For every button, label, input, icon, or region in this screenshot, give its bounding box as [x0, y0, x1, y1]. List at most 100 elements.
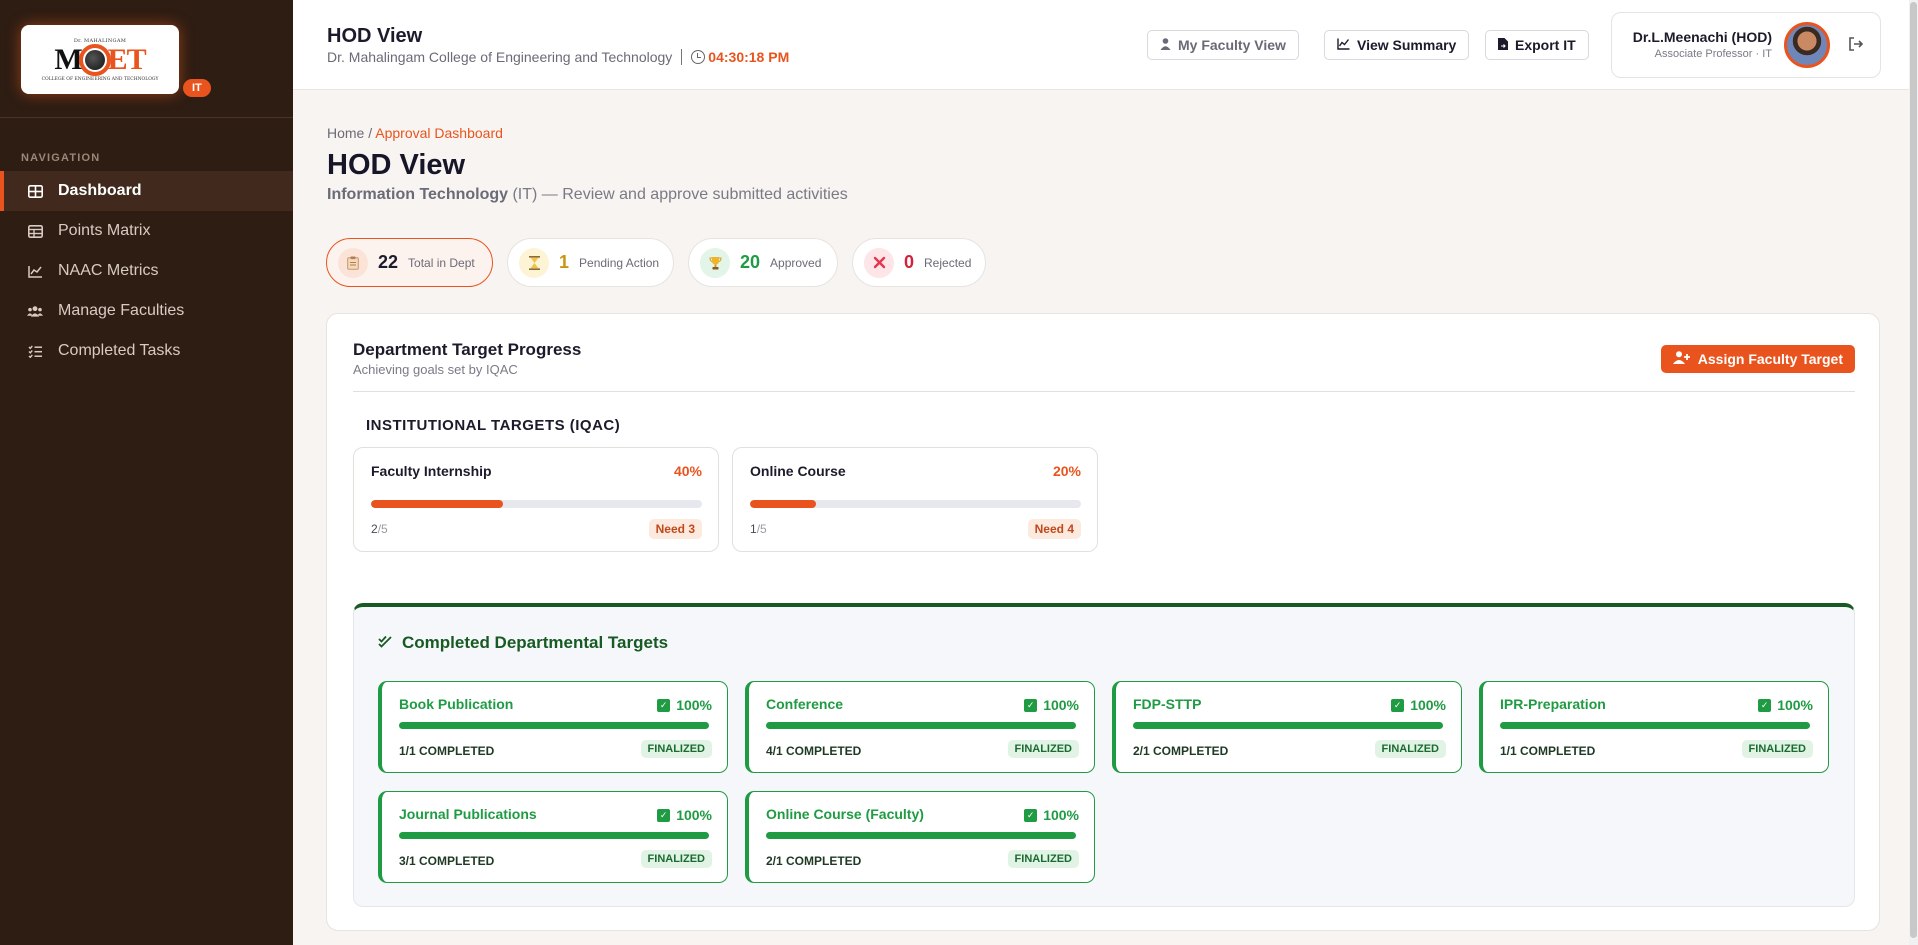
stat-approved[interactable]: 20 Approved [688, 238, 838, 287]
my-faculty-view-button[interactable]: My Faculty View [1147, 30, 1299, 60]
stat-label: Rejected [924, 255, 972, 270]
progress-bar-full [766, 832, 1076, 839]
completed-target-percent: ✓ 100% [1391, 697, 1446, 713]
sidebar-item-label: NAAC Metrics [58, 262, 159, 279]
logout-icon[interactable] [1848, 37, 1866, 53]
completed-count: 2/1 COMPLETED [1133, 744, 1229, 758]
completed-count: 4/1 COMPLETED [766, 744, 862, 758]
view-summary-button[interactable]: View Summary [1324, 30, 1470, 60]
list-check-icon [27, 344, 43, 358]
breadcrumb-separator: / [364, 125, 376, 141]
card-title: Department Target Progress [353, 340, 582, 359]
page-scrollbar[interactable] [1909, 0, 1918, 945]
college-logo[interactable]: Dr. MAHALINGAM M ET COLLEGE OF ENGINEERI… [21, 25, 179, 94]
progress-bar-full [1500, 722, 1810, 729]
avatar[interactable] [1784, 22, 1830, 68]
college-name: Dr. Mahalingam College of Engineering an… [327, 49, 673, 65]
stat-pending-action[interactable]: 1 Pending Action [507, 238, 674, 287]
page-title: HOD View [327, 149, 466, 181]
nav-section-title: NAVIGATION [21, 152, 101, 164]
target-percent: 40% [673, 463, 702, 479]
dashboard-icon [27, 184, 43, 198]
checkbox-icon: ✓ [1758, 698, 1772, 712]
users-icon [27, 304, 43, 318]
logo-letters-et: ET [107, 42, 147, 76]
completed-count: 1/1 COMPLETED [399, 744, 495, 758]
need-badge: Need 4 [1027, 519, 1081, 539]
button-label: View Summary [1357, 37, 1457, 53]
completed-count: 2/1 COMPLETED [766, 854, 862, 868]
top-header: HOD View Dr. Mahalingam College of Engin… [293, 0, 1918, 90]
breadcrumb-current: Approval Dashboard [375, 125, 503, 141]
stat-value: 1 [559, 252, 570, 272]
target-name: Faculty Internship [371, 463, 492, 479]
completed-target-card[interactable]: Online Course (Faculty) ✓ 100% 2/1 COMPLETE… [745, 791, 1095, 883]
chart-line-icon [27, 264, 43, 278]
export-button[interactable]: Export IT [1485, 30, 1589, 60]
stat-label: Approved [770, 255, 822, 270]
trophy-icon [700, 247, 730, 278]
completed-target-name: Book Publication [399, 696, 514, 712]
sidebar-item-points-matrix[interactable]: Points Matrix [0, 211, 293, 251]
department-target-progress-card: Department Target Progress Achieving goa… [326, 313, 1880, 931]
sidebar-divider [0, 117, 293, 118]
x-icon [864, 247, 894, 278]
sidebar-item-label: Points Matrix [58, 222, 151, 239]
user-name: Dr.L.Meenachi (HOD) [1632, 29, 1772, 45]
sidebar-item-label: Manage Faculties [58, 302, 185, 319]
card-divider [353, 391, 1855, 392]
assign-faculty-target-button[interactable]: Assign Faculty Target [1660, 345, 1855, 373]
completed-target-name: IPR-Preparation [1500, 696, 1606, 712]
clock-icon [691, 50, 706, 64]
stat-label: Total in Dept [408, 255, 475, 270]
stat-rejected[interactable]: 0 Rejected [852, 238, 986, 287]
stat-total-in-dept[interactable]: 22 Total in Dept [326, 238, 493, 287]
completed-target-card[interactable]: Book Publication ✓ 100% 1/1 COMPLETED FINALI… [378, 681, 728, 773]
sidebar-item-naac-metrics[interactable]: NAAC Metrics [0, 251, 293, 291]
header-separator [681, 49, 683, 65]
target-count: 2/5 [371, 522, 388, 536]
sidebar-item-dashboard[interactable]: Dashboard [0, 171, 293, 211]
target-card-online-course[interactable]: Online Course 20% 1/5 Need 4 [732, 447, 1098, 552]
button-label: My Faculty View [1178, 37, 1286, 53]
button-label: Export IT [1515, 37, 1576, 53]
progress-track [750, 500, 1081, 508]
completed-target-card[interactable]: Conference ✓ 100% 4/1 COMPLETED FINALIZED [745, 681, 1095, 773]
finalized-badge: FINALIZED [640, 740, 712, 758]
page-subtitle-text: (IT) — Review and approve submitted acti… [508, 186, 848, 203]
sidebar-item-manage-faculties[interactable]: Manage Faculties [0, 291, 293, 331]
completed-target-percent: ✓ 100% [1024, 807, 1079, 823]
sidebar-item-completed-tasks[interactable]: Completed Tasks [0, 331, 293, 371]
target-card-faculty-internship[interactable]: Faculty Internship 40% 2/5 Need 3 [353, 447, 719, 552]
scrollbar-thumb[interactable] [1910, 2, 1917, 938]
checkbox-icon: ✓ [1024, 698, 1038, 712]
stat-value: 22 [378, 252, 399, 272]
completed-target-card[interactable]: IPR-Preparation ✓ 100% 1/1 COMPLETED FINALIZ… [1479, 681, 1829, 773]
finalized-badge: FINALIZED [1374, 740, 1446, 758]
completed-target-card[interactable]: Journal Publications ✓ 100% 3/1 COMPLETED FI… [378, 791, 728, 883]
completed-target-name: Online Course (Faculty) [766, 806, 924, 822]
target-count: 1/5 [750, 522, 767, 536]
completed-count: 3/1 COMPLETED [399, 854, 495, 868]
breadcrumb: Home / Approval Dashboard [327, 125, 503, 141]
button-label: Assign Faculty Target [1697, 351, 1843, 367]
progress-fill [371, 500, 504, 508]
table-icon [27, 224, 43, 238]
logo-letter-m: M [54, 42, 82, 76]
sidebar: Dr. MAHALINGAM M ET COLLEGE OF ENGINEERI… [0, 0, 293, 945]
sidebar-item-label: Dashboard [58, 182, 142, 199]
user-profile-card[interactable]: Dr.L.Meenachi (HOD) Associate Professor … [1611, 12, 1881, 78]
need-badge: Need 3 [648, 519, 702, 539]
finalized-badge: FINALIZED [640, 850, 712, 868]
stat-label: Pending Action [579, 255, 660, 270]
file-export-icon [1498, 37, 1508, 53]
logo-bottom-text: COLLEGE OF ENGINEERING AND TECHNOLOGY [41, 76, 159, 82]
progress-fill [750, 500, 817, 508]
progress-track [371, 500, 702, 508]
breadcrumb-home[interactable]: Home [327, 125, 364, 141]
card-subtitle: Achieving goals set by IQAC [353, 362, 518, 377]
header-subtitle: Dr. Mahalingam College of Engineering an… [327, 49, 789, 65]
clipboard-icon [338, 247, 368, 278]
completed-count: 1/1 COMPLETED [1500, 744, 1596, 758]
completed-target-card[interactable]: FDP-STTP ✓ 100% 2/1 COMPLETED FINALIZED [1112, 681, 1462, 773]
